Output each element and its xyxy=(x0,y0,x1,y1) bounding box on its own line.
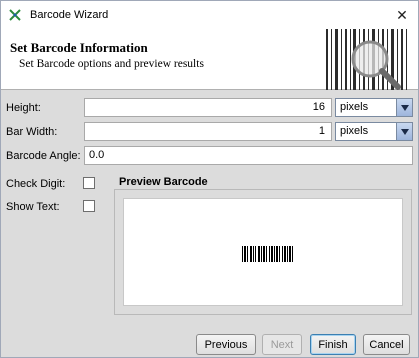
bar-width-unit-value: pixels xyxy=(340,125,369,137)
title-bar: Barcode Wizard ✕ xyxy=(1,1,418,29)
finish-button[interactable]: Finish xyxy=(310,334,356,355)
barcode-preview-image xyxy=(242,246,293,262)
check-digit-label: Check Digit: xyxy=(6,178,66,190)
preview-area xyxy=(123,198,403,306)
bar-width-unit-select[interactable]: pixels xyxy=(335,122,413,141)
close-icon[interactable]: ✕ xyxy=(392,5,412,25)
header-title: Set Barcode Information xyxy=(10,40,148,55)
preview-panel xyxy=(114,189,412,315)
header-subtitle: Set Barcode options and preview results xyxy=(19,58,204,70)
check-digit-checkbox[interactable] xyxy=(83,177,95,189)
bar-width-label: Bar Width: xyxy=(6,126,58,138)
wizard-header: Set Barcode Information Set Barcode opti… xyxy=(1,29,418,90)
barcode-wizard-window: Barcode Wizard ✕ Set Barcode Information… xyxy=(0,0,419,358)
height-label: Height: xyxy=(6,102,41,114)
barcode-magnifier-icon xyxy=(326,29,407,90)
barcode-angle-field[interactable]: 0.0 xyxy=(84,146,413,165)
barcode-wizard-icon xyxy=(8,8,22,22)
wizard-content: Height: 16 pixels Bar Width: 1 pixels Ba… xyxy=(1,90,418,357)
cancel-button[interactable]: Cancel xyxy=(363,334,410,355)
chevron-down-icon[interactable] xyxy=(396,123,412,140)
show-text-label: Show Text: xyxy=(6,201,60,213)
height-unit-select[interactable]: pixels xyxy=(335,98,413,117)
next-button[interactable]: Next xyxy=(262,334,302,355)
window-title: Barcode Wizard xyxy=(30,9,109,21)
show-text-checkbox[interactable] xyxy=(83,200,95,212)
preview-barcode-label: Preview Barcode xyxy=(119,176,208,188)
barcode-angle-label: Barcode Angle: xyxy=(6,150,81,162)
bar-width-field[interactable]: 1 xyxy=(84,122,332,141)
chevron-down-icon[interactable] xyxy=(396,99,412,116)
previous-button[interactable]: Previous xyxy=(196,334,256,355)
height-field[interactable]: 16 xyxy=(84,98,332,117)
height-unit-value: pixels xyxy=(340,101,369,113)
